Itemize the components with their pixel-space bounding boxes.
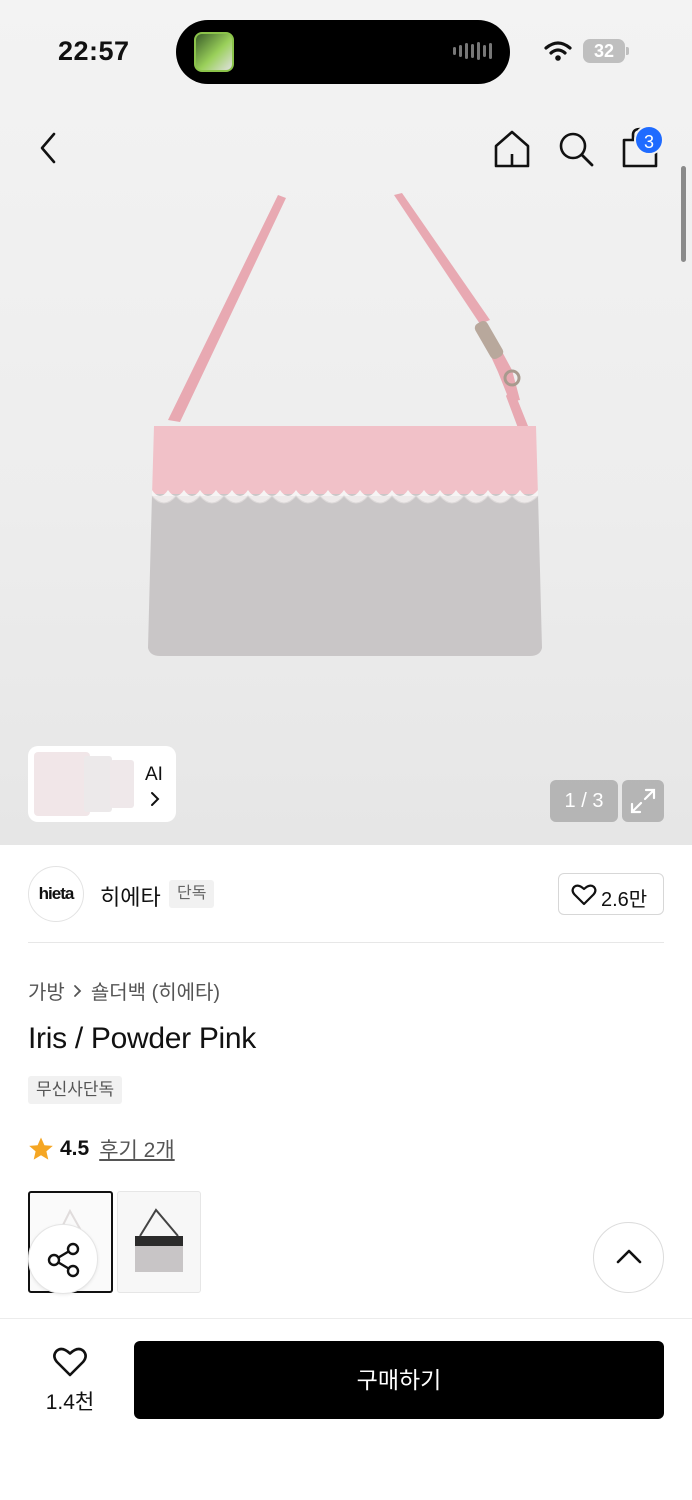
ai-similar-items-button[interactable]: AI <box>28 746 176 822</box>
battery-nub <box>626 47 629 55</box>
share-icon <box>47 1242 80 1278</box>
scroll-to-top-button[interactable] <box>593 1222 664 1293</box>
variant-image <box>135 1208 183 1272</box>
star-icon <box>29 1137 53 1160</box>
heart-icon <box>571 884 597 906</box>
brand-name[interactable]: 히에타 <box>100 880 161 912</box>
image-counter: 1 / 3 <box>550 780 618 822</box>
home-icon[interactable] <box>492 128 532 170</box>
ai-thumbnail <box>84 756 112 812</box>
divider <box>28 942 664 943</box>
variant-thumbnail-black[interactable] <box>117 1191 201 1293</box>
expand-button[interactable] <box>622 780 664 822</box>
battery-indicator: 32 <box>583 39 625 63</box>
ai-thumbnail <box>34 752 90 816</box>
now-playing-thumbnail <box>194 32 234 72</box>
exclusive-tag: 무신사단독 <box>28 1076 123 1104</box>
chevron-right-icon <box>73 984 82 997</box>
breadcrumb-subcategory[interactable]: 숄더백 (히에타) <box>91 976 220 1005</box>
buy-button[interactable]: 구매하기 <box>134 1341 664 1419</box>
wifi-icon <box>544 41 572 61</box>
chevron-right-icon <box>151 792 160 806</box>
product-image <box>148 193 542 656</box>
brand-favorite-button[interactable]: 2.6만 <box>558 873 664 915</box>
ai-thumbnail <box>110 760 134 808</box>
product-image-gallery[interactable]: 22:57 32 3 AI 1 / 3 <box>0 0 692 845</box>
share-button[interactable] <box>28 1224 98 1294</box>
back-icon[interactable] <box>34 130 64 166</box>
chevron-up-icon <box>616 1249 642 1264</box>
brand-logo[interactable]: hieta <box>28 866 84 922</box>
like-count: 1.4천 <box>45 1391 95 1414</box>
breadcrumb-category[interactable]: 가방 <box>28 976 65 1005</box>
dynamic-island <box>176 20 510 84</box>
status-time: 22:57 <box>58 36 130 66</box>
audio-wave-icon <box>453 42 492 60</box>
scrollbar[interactable] <box>681 166 686 262</box>
brand-favorite-count: 2.6만 <box>601 889 648 911</box>
ai-label: AI <box>145 764 163 785</box>
expand-icon <box>630 788 656 814</box>
rating-row: 4.5 후기 2개 <box>28 1134 175 1164</box>
heart-icon[interactable] <box>52 1346 88 1378</box>
cart-count-badge: 3 <box>634 125 664 155</box>
review-link[interactable]: 후기 2개 <box>99 1134 174 1164</box>
breadcrumb: 가방 숄더백 (히에타) <box>28 976 220 1005</box>
search-icon[interactable] <box>556 130 596 170</box>
brand-exclusive-tag: 단독 <box>169 880 215 908</box>
product-title: Iris / Powder Pink <box>28 1022 257 1055</box>
rating-score: 4.5 <box>60 1137 90 1160</box>
